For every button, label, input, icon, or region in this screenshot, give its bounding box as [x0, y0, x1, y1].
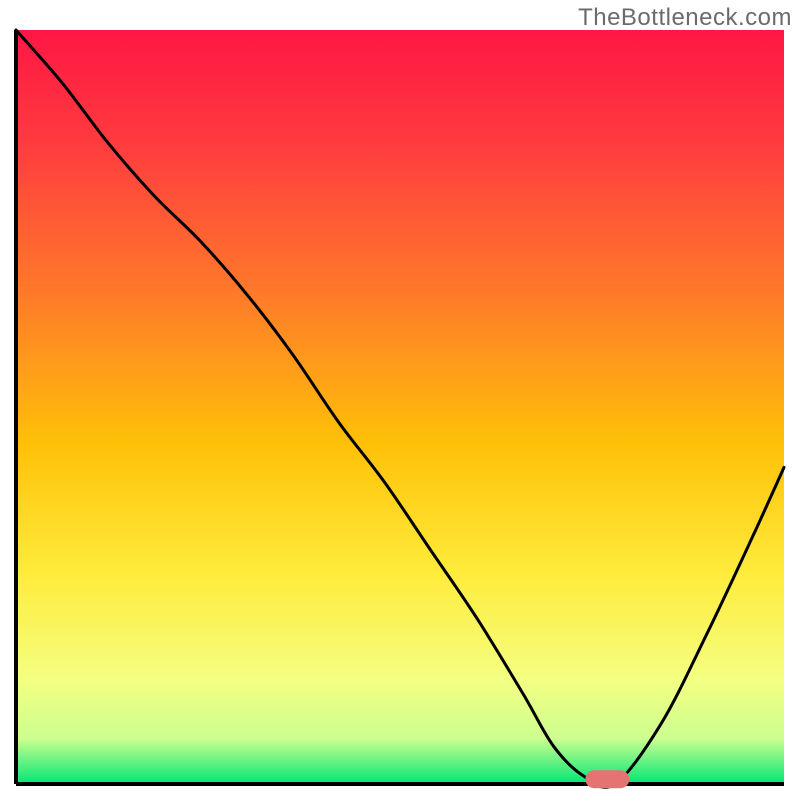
optimum-marker: [585, 770, 629, 788]
bottleneck-chart: [0, 0, 800, 800]
gradient-background: [16, 30, 784, 784]
watermark-label: TheBottleneck.com: [578, 4, 792, 32]
chart-svg: [0, 0, 800, 800]
